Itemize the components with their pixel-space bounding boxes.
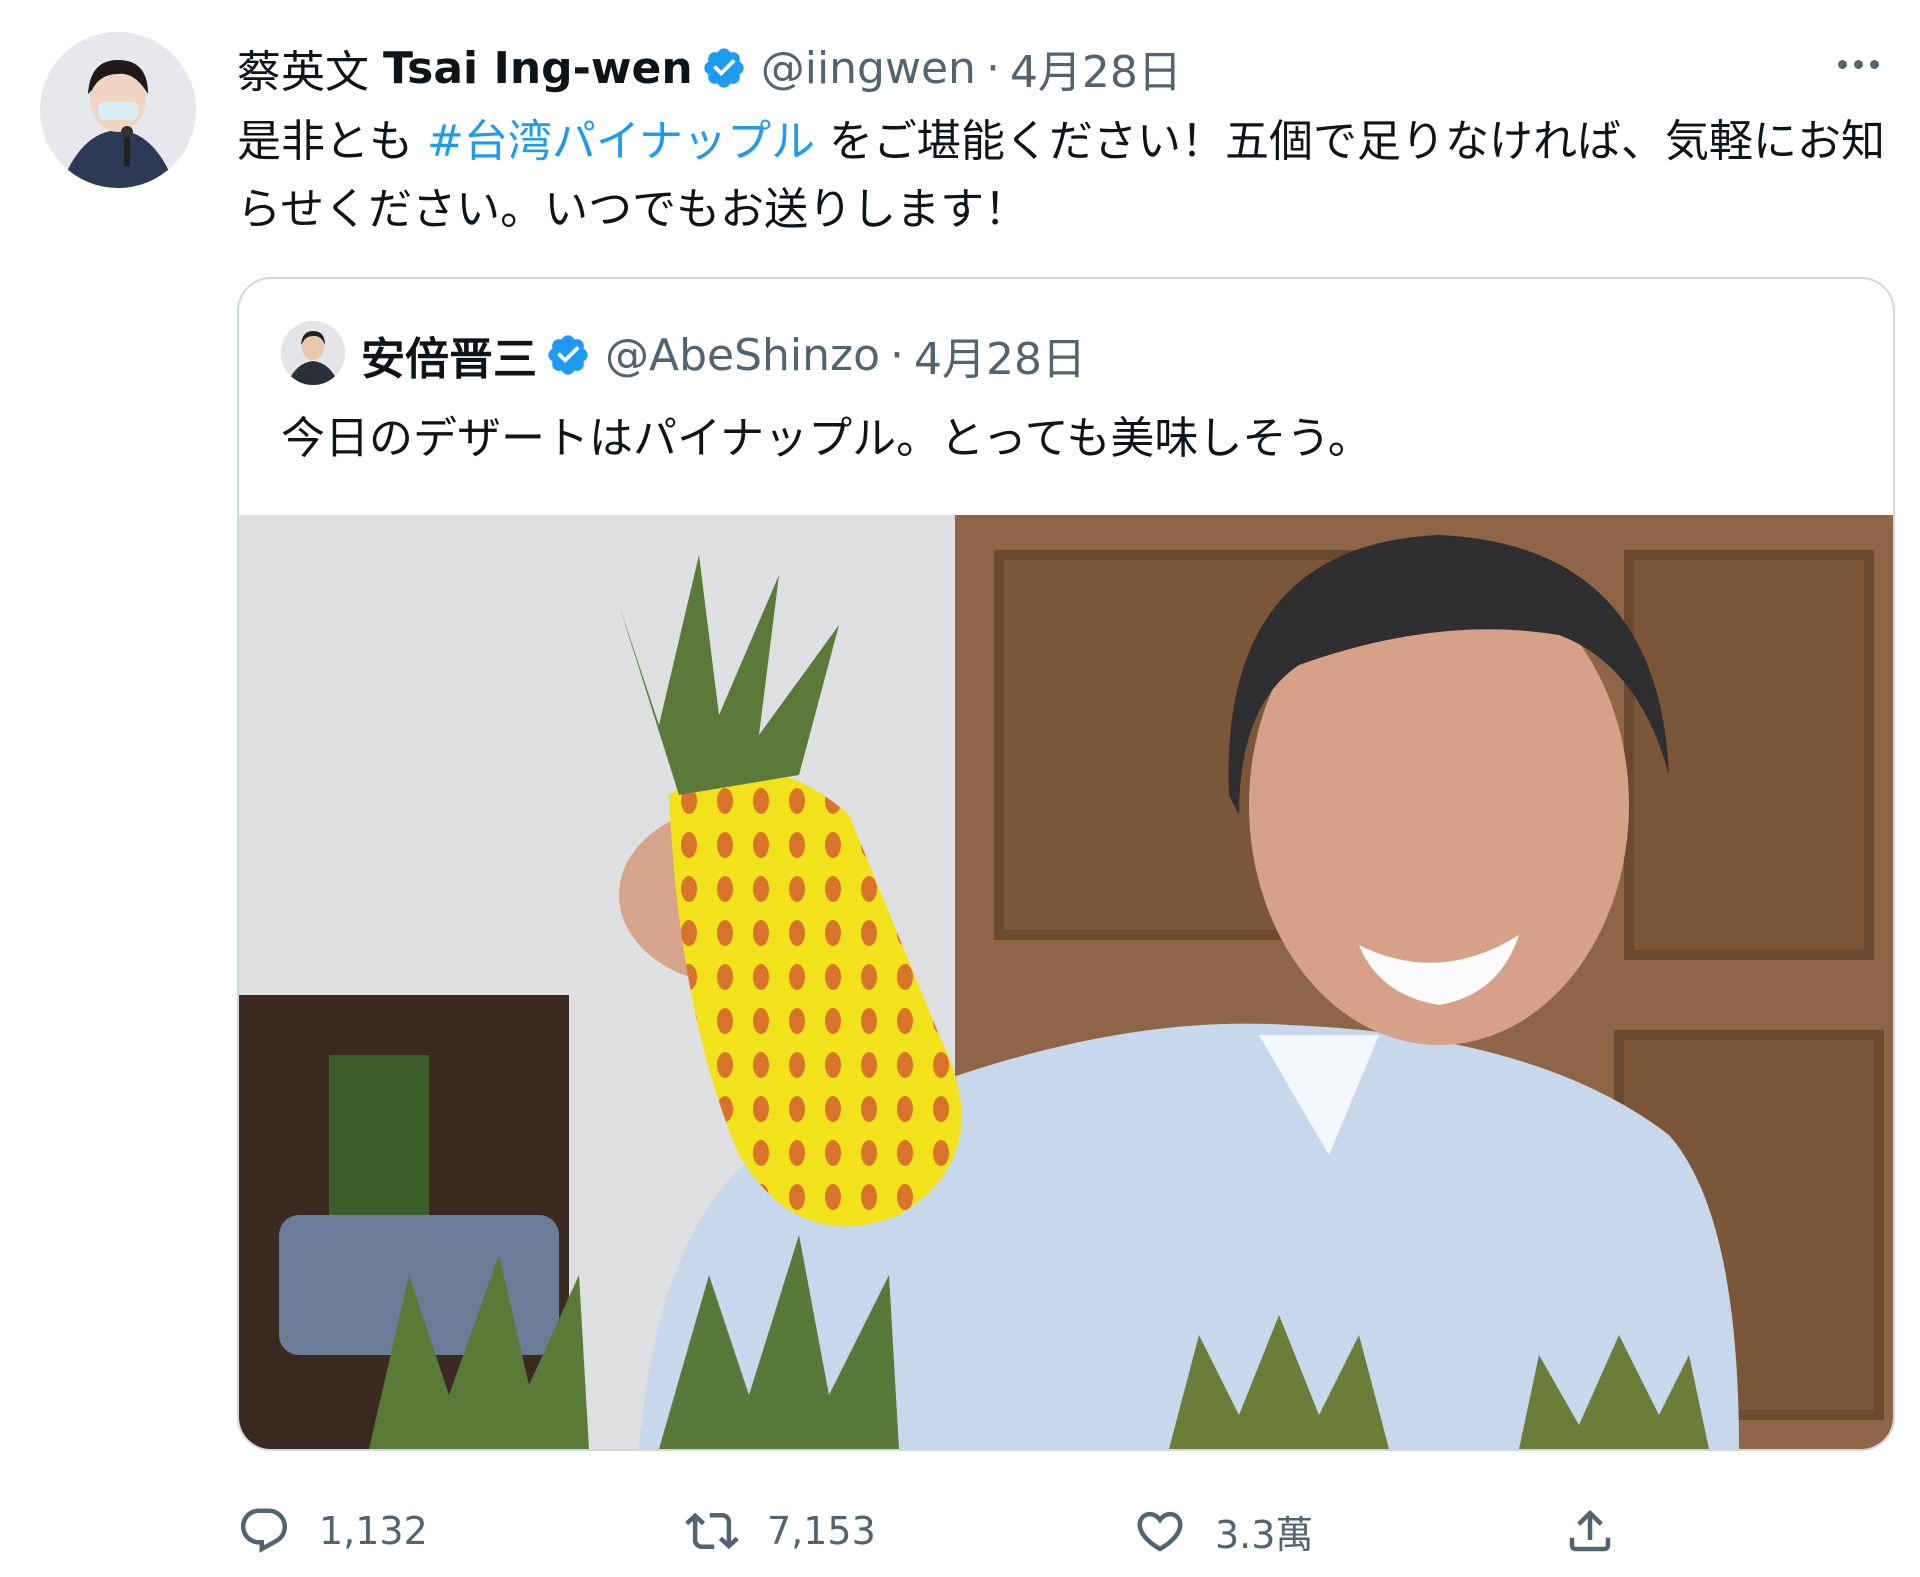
quoted-tweet[interactable]: 安倍晋三 @AbeShinzo · 4月28日 今日のデザートはパイナップル。と… (237, 277, 1895, 1451)
author-handle[interactable]: @iingwen (761, 43, 976, 94)
more-dot (1853, 59, 1863, 69)
share-button[interactable] (1563, 1496, 1617, 1566)
quoted-photo[interactable] (239, 515, 1893, 1449)
quoted-avatar-image (281, 321, 345, 385)
quoted-handle: @AbeShinzo (605, 329, 881, 381)
meta-separator: · (985, 42, 1000, 94)
like-icon (1137, 1511, 1183, 1552)
hashtag-link[interactable]: #台湾パイナップル (427, 116, 815, 167)
quoted-separator: · (890, 329, 905, 381)
quoted-text: 今日のデザートはパイナップル。とっても美味しそう。 (281, 413, 1372, 464)
quoted-author-name: 安倍晋三 (361, 334, 537, 385)
retweet-button[interactable]: 7,153 (685, 1496, 876, 1566)
verified-badge-icon (704, 48, 744, 88)
retweet-icon (685, 1512, 739, 1550)
author-name-jp[interactable]: 蔡英文 (237, 36, 369, 100)
more-icon[interactable] (1828, 44, 1888, 84)
tweet-date[interactable]: 4月28日 (1010, 36, 1182, 100)
tweet-header: 蔡英文 Tsai Ing-wen @iingwen · 4月28日 (237, 36, 1182, 100)
like-count: 3.3萬 (1215, 1512, 1314, 1557)
author-name-en[interactable]: Tsai Ing-wen (383, 43, 693, 94)
reply-button[interactable]: 1,132 (237, 1496, 428, 1566)
more-dot (1837, 59, 1847, 69)
more-dot (1869, 59, 1879, 69)
like-button[interactable]: 3.3萬 (1133, 1496, 1313, 1566)
share-icon (1569, 1509, 1611, 1552)
author-avatar-image (40, 32, 196, 188)
tweet-text: 是非とも #台湾パイナップル をご堪能ください！五個で足りなければ、気軽にお知ら… (237, 108, 1887, 244)
quoted-header: 安倍晋三 @AbeShinzo · 4月28日 (361, 325, 1087, 386)
reply-icon (240, 1508, 288, 1553)
retweet-count: 7,153 (767, 1509, 876, 1553)
quoted-author-avatar (281, 321, 345, 385)
quoted-date: 4月28日 (914, 334, 1087, 385)
verified-badge-icon (548, 335, 588, 375)
reply-count: 1,132 (319, 1509, 428, 1553)
tweet-text-before: 是非とも (237, 116, 427, 167)
tweet-actions: 1,132 7,153 3.3萬 (237, 1496, 1887, 1566)
author-avatar[interactable] (40, 32, 196, 188)
